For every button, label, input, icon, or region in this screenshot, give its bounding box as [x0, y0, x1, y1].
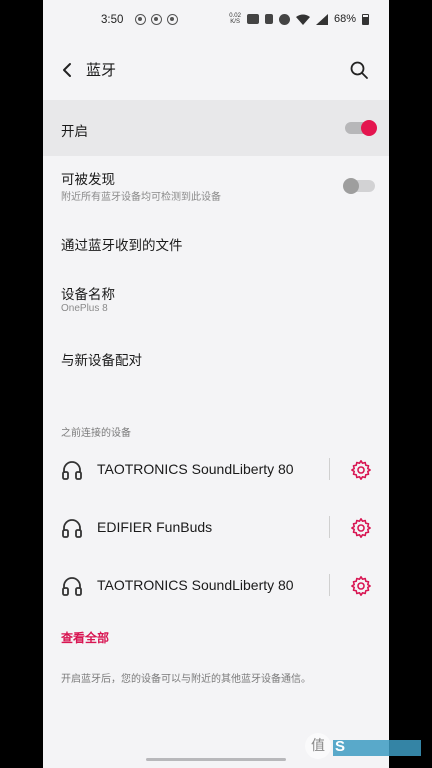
do-not-disturb-icon	[278, 13, 290, 25]
headphones-icon	[62, 519, 82, 538]
device-list-item[interactable]: EDIFIER FunBuds	[43, 499, 389, 557]
watermark-logo: 值 S	[305, 733, 425, 763]
chevron-left-icon	[63, 63, 71, 77]
network-speed-unit: K/S	[230, 19, 240, 25]
gesture-nav-bar[interactable]	[146, 758, 286, 761]
switch-knob	[343, 177, 359, 194]
discoverable-row[interactable]: 可被发现 附近所有蓝牙设备均可检测到此设备	[43, 156, 389, 216]
signal-icon	[315, 13, 328, 25]
watermark-letter: S	[335, 738, 346, 755]
device-settings-button[interactable]	[348, 457, 374, 483]
vibrate-icon	[264, 14, 273, 24]
device-settings-button[interactable]	[348, 515, 374, 541]
gear-icon	[351, 518, 371, 538]
search-icon	[350, 61, 368, 79]
gear-icon	[351, 576, 371, 596]
bluetooth-switch[interactable]	[345, 119, 377, 136]
page-title: 蓝牙	[86, 61, 117, 79]
discoverable-subtitle: 附近所有蓝牙设备均可检测到此设备	[61, 192, 221, 203]
nfc-icon	[246, 14, 259, 24]
discoverable-label: 可被发现	[61, 172, 115, 188]
back-button[interactable]	[55, 56, 79, 84]
received-files-label: 通过蓝牙收到的文件	[61, 238, 183, 254]
status-bar: 3:50 0.02 K/S 68%	[43, 0, 389, 40]
device-settings-button[interactable]	[348, 573, 374, 599]
pair-new-device-label: 与新设备配对	[61, 353, 142, 369]
notification-icons	[135, 14, 178, 25]
device-name-value: OnePlus 8	[61, 303, 108, 314]
watermark-glyph: 值	[305, 733, 331, 759]
headphones-icon	[62, 577, 82, 596]
device-name-label: 设备名称	[61, 287, 115, 303]
see-all-link[interactable]: 查看全部	[61, 629, 109, 646]
divider	[329, 574, 330, 596]
status-time: 3:50	[101, 14, 124, 26]
device-list-item[interactable]: TAOTRONICS SoundLiberty 80	[43, 441, 389, 499]
notification-icon	[135, 14, 146, 25]
battery-icon	[362, 13, 369, 25]
gear-icon	[351, 460, 371, 480]
search-button[interactable]	[347, 58, 371, 82]
device-name-row[interactable]: 设备名称 OnePlus 8	[43, 268, 389, 330]
device-name: TAOTRONICS SoundLiberty 80	[97, 461, 294, 477]
bluetooth-info-note: 开启蓝牙后，您的设备可以与附近的其他蓝牙设备通信。	[61, 674, 311, 685]
switch-knob	[361, 119, 377, 136]
battery-percentage: 68%	[333, 13, 356, 25]
divider	[329, 458, 330, 480]
wifi-icon	[295, 14, 310, 25]
network-speed: 0.02 K/S	[229, 13, 241, 25]
bluetooth-label: 开启	[61, 124, 88, 140]
discoverable-switch[interactable]	[343, 177, 375, 194]
headphones-icon	[62, 461, 82, 480]
device-list-item[interactable]: TAOTRONICS SoundLiberty 80	[43, 557, 389, 615]
bluetooth-toggle-row[interactable]: 开启	[43, 100, 389, 156]
received-files-row[interactable]: 通过蓝牙收到的文件	[43, 216, 389, 268]
system-icons: 0.02 K/S 68%	[229, 13, 369, 25]
watermark-bar	[333, 740, 421, 756]
device-name: TAOTRONICS SoundLiberty 80	[97, 577, 294, 593]
notification-icon	[167, 14, 178, 25]
divider	[329, 516, 330, 538]
device-name: EDIFIER FunBuds	[97, 519, 213, 535]
pair-new-device-row[interactable]: 与新设备配对	[43, 330, 389, 386]
notification-icon	[151, 14, 162, 25]
bluetooth-settings-screen: 3:50 0.02 K/S 68% 蓝牙 开启 可被发现 附近所有蓝牙设备均可检…	[43, 0, 389, 768]
previous-devices-header: 之前连接的设备	[61, 428, 131, 439]
app-header: 蓝牙	[43, 48, 389, 92]
